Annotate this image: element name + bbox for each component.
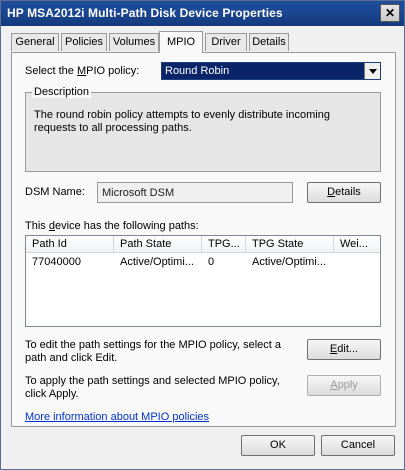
edit-button[interactable]: Edit...	[307, 339, 381, 360]
mpio-policy-dropdown[interactable]: Round Robin	[161, 62, 381, 80]
edit-instructions: To edit the path settings for the MPIO p…	[25, 339, 281, 364]
column-weight[interactable]: Wei...	[334, 236, 380, 253]
tab-volumes[interactable]: Volumes	[109, 33, 159, 51]
mpio-policies-info-link[interactable]: More information about MPIO policies	[25, 411, 209, 423]
column-tpg-state[interactable]: TPG State	[246, 236, 334, 253]
dsm-name-field: Microsoft DSM	[97, 182, 293, 203]
column-tpg-id[interactable]: TPG...	[202, 236, 246, 253]
apply-button[interactable]: Apply	[307, 375, 381, 396]
paths-list[interactable]: Path Id Path State TPG... TPG State Wei.…	[25, 235, 381, 327]
properties-dialog: HP MSA2012i Multi-Path Disk Device Prope…	[0, 0, 405, 470]
ok-button[interactable]: OK	[241, 435, 315, 456]
apply-instructions: To apply the path settings and selected …	[25, 375, 280, 400]
tab-mpio[interactable]: MPIO	[159, 31, 203, 53]
cell-weight	[334, 256, 380, 270]
cell-path-id: 77040000	[32, 256, 81, 268]
close-icon: ✕	[384, 6, 396, 20]
column-path-state[interactable]: Path State	[114, 236, 202, 253]
column-path-id[interactable]: Path Id	[26, 236, 114, 253]
description-group: Description The round robin policy attem…	[25, 86, 381, 172]
paths-label: This device has the following paths:	[25, 220, 199, 232]
tab-general[interactable]: General	[11, 33, 59, 51]
description-legend: Description	[32, 86, 92, 98]
tab-details[interactable]: Details	[249, 33, 289, 51]
cell-path-state: Active/Optimi...	[120, 256, 194, 268]
tab-driver[interactable]: Driver	[205, 33, 247, 51]
policy-label: Select the MPIO policy:	[25, 65, 140, 77]
close-button[interactable]: ✕	[380, 4, 400, 22]
policy-value: Round Robin	[165, 65, 230, 77]
tab-policies[interactable]: Policies	[61, 33, 107, 51]
details-button[interactable]: Details	[307, 182, 381, 203]
description-text: The round robin policy attempts to evenl…	[34, 109, 330, 134]
paths-list-header: Path Id Path State TPG... TPG State Wei.…	[26, 236, 380, 253]
cell-tpg-state: Active/Optimi...	[252, 256, 326, 268]
title-bar[interactable]: HP MSA2012i Multi-Path Disk Device Prope…	[1, 1, 404, 26]
cell-tpg-id: 0	[208, 256, 215, 268]
chevron-down-icon[interactable]	[364, 63, 380, 79]
dsm-name-label: DSM Name:	[25, 186, 85, 198]
window-title: HP MSA2012i Multi-Path Disk Device Prope…	[7, 6, 283, 20]
cancel-button[interactable]: Cancel	[321, 435, 395, 456]
